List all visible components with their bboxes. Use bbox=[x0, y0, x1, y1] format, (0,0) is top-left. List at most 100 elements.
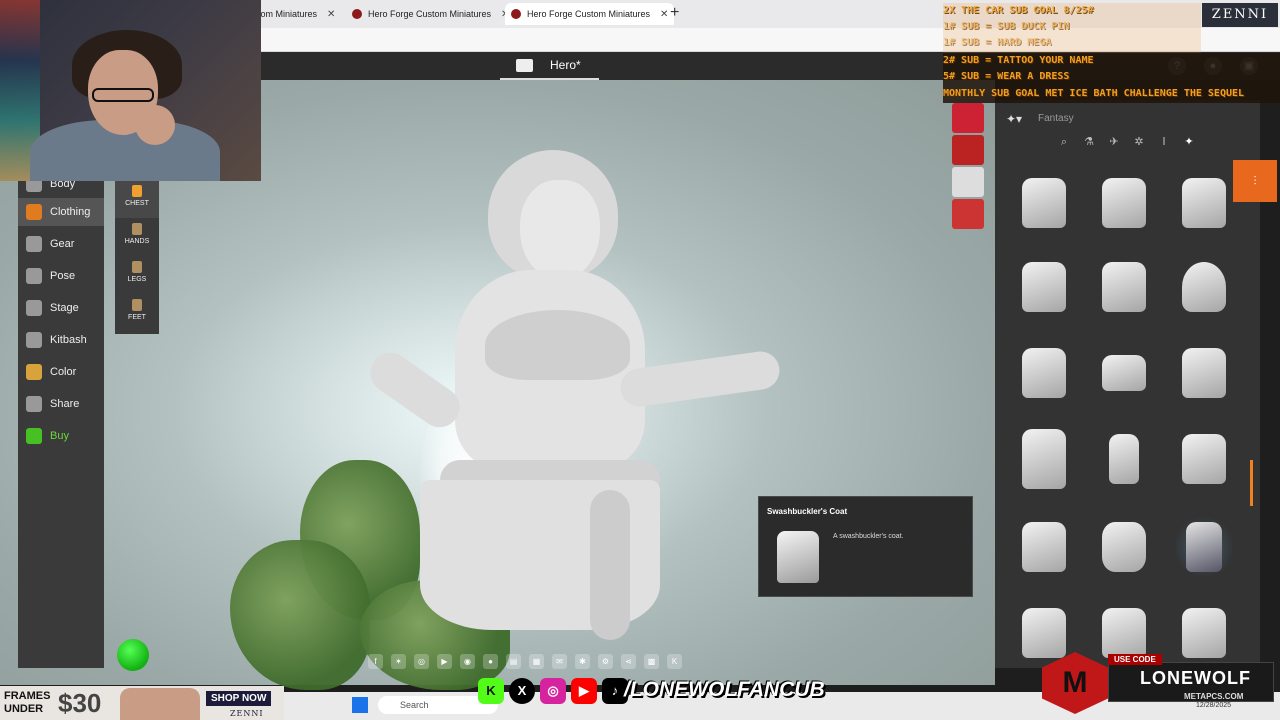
discord-icon[interactable]: ◉ bbox=[460, 654, 475, 669]
menu-item-label: Gear bbox=[50, 238, 75, 250]
part-thumbnail[interactable] bbox=[1176, 254, 1232, 320]
category-label: Fantasy bbox=[1038, 113, 1074, 124]
browser-tab[interactable]: tom Miniatures ✕ bbox=[252, 3, 341, 25]
status-indicator[interactable] bbox=[117, 639, 149, 671]
clothing-submenu: CHEST HANDS LEGS FEET bbox=[115, 180, 159, 334]
settings-icon[interactable]: ⚙ bbox=[598, 654, 613, 669]
promo-code: LONEWOLF bbox=[1140, 668, 1251, 688]
instagram-icon[interactable]: ◎ bbox=[414, 654, 429, 669]
part-thumbnail-selected[interactable] bbox=[1176, 514, 1232, 580]
part-thumbnail[interactable] bbox=[1176, 426, 1232, 492]
youtube-icon[interactable]: ▶ bbox=[437, 654, 452, 669]
kickstarter-icon[interactable]: K bbox=[667, 654, 682, 669]
calendar-icon[interactable]: ▦ bbox=[529, 654, 544, 669]
submenu-chest[interactable]: CHEST bbox=[115, 180, 159, 218]
kitbash-icon bbox=[26, 332, 42, 348]
steampunk-icon[interactable]: ✲ bbox=[1132, 135, 1146, 149]
sci-fi-icon[interactable]: ✈ bbox=[1107, 135, 1121, 149]
close-icon[interactable]: ✕ bbox=[660, 9, 668, 20]
part-thumbnail[interactable] bbox=[1096, 426, 1152, 492]
mail-icon[interactable]: ✉ bbox=[552, 654, 567, 669]
submenu-label: FEET bbox=[128, 314, 146, 321]
hero-title[interactable]: Hero* bbox=[550, 58, 581, 72]
submenu-label: HANDS bbox=[124, 238, 150, 245]
shop-now-button[interactable]: SHOP NOW bbox=[206, 691, 272, 706]
gift-icon[interactable]: ▩ bbox=[644, 654, 659, 669]
menu-item-label: Clothing bbox=[50, 206, 91, 218]
plant-foliage bbox=[230, 540, 370, 690]
sponsor-logo: ZENNI bbox=[1202, 3, 1278, 27]
part-thumbnail[interactable] bbox=[1016, 600, 1072, 666]
submenu-legs[interactable]: LEGS bbox=[115, 256, 159, 294]
tab-label: Hero Forge Custom Miniatures bbox=[527, 9, 651, 19]
miniature-rope-tail bbox=[590, 490, 630, 640]
ad-brand: ZENNI bbox=[230, 709, 264, 718]
miniature-left-arm bbox=[362, 344, 468, 436]
fantasy-icon[interactable]: ✦ bbox=[1182, 135, 1196, 149]
search-icon[interactable]: ⌕ bbox=[1057, 135, 1071, 149]
modern-icon[interactable]: Ⅰ bbox=[1157, 135, 1171, 149]
goal-line: 5# SUB = WEAR A DRESS bbox=[943, 71, 1070, 82]
tooltip-description: A swashbuckler's coat. bbox=[833, 533, 904, 540]
part-thumbnail[interactable] bbox=[1096, 340, 1152, 406]
reddit-icon[interactable]: ● bbox=[483, 654, 498, 669]
twitch-icon[interactable]: ▤ bbox=[506, 654, 521, 669]
part-thumbnail[interactable] bbox=[1096, 254, 1152, 320]
menu-item-label: Color bbox=[50, 366, 77, 378]
menu-item-label: Buy bbox=[50, 430, 69, 442]
screen: tom Miniatures ✕ Hero Forge Custom Minia… bbox=[0, 0, 1280, 720]
promo-url: METAPCS.COM bbox=[1184, 692, 1244, 701]
x-icon: X bbox=[509, 678, 535, 704]
social-handle: /LONEWOLFANCUB bbox=[624, 678, 825, 701]
part-thumbnail[interactable] bbox=[1176, 170, 1232, 236]
new-tab-button[interactable]: + bbox=[670, 4, 679, 22]
menu-item-stage[interactable]: Stage bbox=[18, 294, 104, 322]
menu-item-color[interactable]: Color bbox=[18, 358, 104, 386]
preset-thumb[interactable] bbox=[952, 199, 984, 229]
browser-tab-active[interactable]: Hero Forge Custom Miniatures ✕ bbox=[505, 3, 675, 25]
part-thumbnail[interactable] bbox=[1016, 340, 1072, 406]
windows-start-icon[interactable] bbox=[352, 697, 368, 713]
part-thumbnail[interactable] bbox=[1176, 600, 1232, 666]
ad-line: FRAMES bbox=[4, 690, 51, 702]
preset-thumb[interactable] bbox=[952, 135, 984, 165]
parts-scrollbar[interactable] bbox=[1250, 460, 1253, 506]
part-thumbnail[interactable] bbox=[1016, 514, 1072, 580]
tooltip-title: Swashbuckler's Coat bbox=[767, 507, 848, 516]
menu-item-pose[interactable]: Pose bbox=[18, 262, 104, 290]
submenu-feet[interactable]: FEET bbox=[115, 294, 159, 332]
folder-icon[interactable] bbox=[516, 59, 533, 72]
pants-icon bbox=[132, 261, 142, 273]
menu-item-buy[interactable]: Buy bbox=[18, 422, 104, 450]
sparkle-icon[interactable]: ✦▾ bbox=[1006, 112, 1022, 126]
part-thumbnail[interactable] bbox=[1176, 340, 1232, 406]
browser-tab[interactable]: Hero Forge Custom Miniatures ✕ bbox=[346, 3, 515, 25]
streamer-glasses bbox=[92, 88, 154, 102]
bug-icon[interactable]: ✱ bbox=[575, 654, 590, 669]
coat-preview-image bbox=[777, 531, 819, 583]
menu-item-gear[interactable]: Gear bbox=[18, 230, 104, 258]
close-icon[interactable]: ✕ bbox=[327, 9, 335, 20]
part-thumbnail[interactable] bbox=[1016, 426, 1072, 492]
preset-thumb[interactable] bbox=[952, 167, 984, 197]
share-icon[interactable]: ⋖ bbox=[621, 654, 636, 669]
menu-item-kitbash[interactable]: Kitbash bbox=[18, 326, 104, 354]
part-thumbnail[interactable] bbox=[1096, 514, 1152, 580]
part-thumbnail[interactable] bbox=[1096, 170, 1152, 236]
goal-line: 2X THE CAR SUB GOAL 8/25# bbox=[943, 5, 1094, 16]
facebook-icon[interactable]: f bbox=[368, 654, 383, 669]
potion-icon[interactable]: ⚗ bbox=[1082, 135, 1096, 149]
submenu-hands[interactable]: HANDS bbox=[115, 218, 159, 256]
share-icon bbox=[26, 396, 42, 412]
stage-icon bbox=[26, 300, 42, 316]
menu-item-clothing[interactable]: Clothing bbox=[18, 198, 104, 226]
tab-label: tom Miniatures bbox=[258, 9, 318, 19]
menu-item-share[interactable]: Share bbox=[18, 390, 104, 418]
preset-thumb[interactable] bbox=[952, 103, 984, 133]
heroforge-favicon-icon bbox=[352, 9, 362, 19]
chest-icon bbox=[132, 185, 142, 197]
part-thumbnail[interactable] bbox=[1016, 254, 1072, 320]
promo-code-label: USE CODE bbox=[1108, 654, 1162, 665]
bluesky-icon[interactable]: ✶ bbox=[391, 654, 406, 669]
part-thumbnail[interactable] bbox=[1016, 170, 1072, 236]
